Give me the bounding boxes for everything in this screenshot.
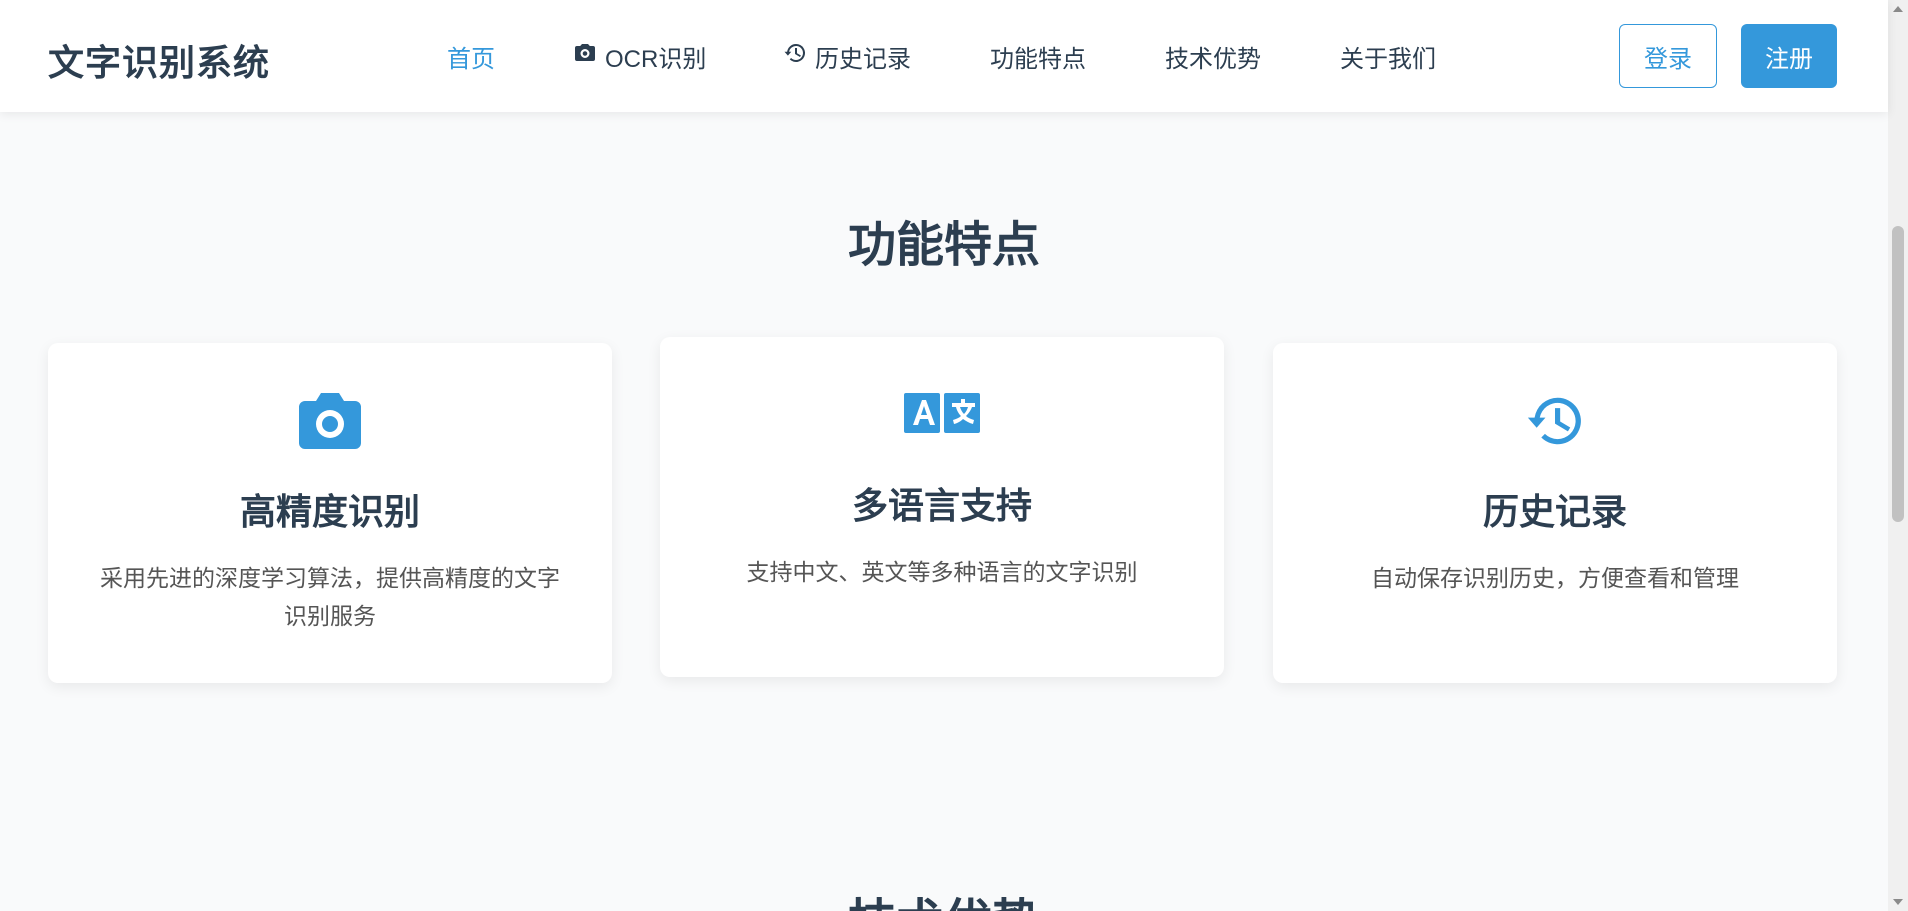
nav-item-label: 关于我们 xyxy=(1340,45,1436,73)
scrollbar-thumb[interactable] xyxy=(1892,226,1904,522)
features-section-title: 功能特点 xyxy=(847,219,1040,272)
card-title: 高精度识别 xyxy=(239,491,420,532)
nav-item-label: 首页 xyxy=(447,45,495,73)
history-icon xyxy=(1524,390,1586,452)
card-description: 支持中文、英文等多种语言的文字识别 xyxy=(746,559,1138,585)
scroll-up-arrow-icon[interactable] xyxy=(1893,6,1903,12)
nav-item-label: OCR识别 xyxy=(605,45,707,73)
feature-card-accuracy: 高精度识别 采用先进的深度学习算法，提供高精度的文字识别服务 xyxy=(48,343,612,683)
tech-section-title: 技术优势 xyxy=(0,882,1888,911)
nav-item-history[interactable]: 历史记录 xyxy=(783,39,911,74)
login-button[interactable]: 登录 xyxy=(1619,24,1717,88)
camera-icon xyxy=(573,41,597,72)
feature-card-history: 历史记录 自动保存识别历史，方便查看和管理 xyxy=(1273,343,1837,683)
card-title: 多语言支持 xyxy=(851,485,1032,526)
nav-item-label: 技术优势 xyxy=(1165,45,1261,73)
page: 文字识别系统 首页 OCR识别 历史记录 功能特点 技术优势 关于我们 登录 注… xyxy=(0,0,1908,911)
history-icon xyxy=(783,41,807,72)
card-description: 自动保存识别历史，方便查看和管理 xyxy=(1371,565,1739,591)
page-scrollbar[interactable] xyxy=(1888,0,1908,911)
nav-item-ocr[interactable]: OCR识别 xyxy=(573,39,706,74)
nav-item-tech[interactable]: 技术优势 xyxy=(1165,39,1261,74)
scroll-down-arrow-icon[interactable] xyxy=(1893,899,1903,905)
register-button[interactable]: 注册 xyxy=(1741,24,1837,88)
camera-icon xyxy=(299,393,361,449)
nav-item-features[interactable]: 功能特点 xyxy=(990,39,1086,74)
card-description: 采用先进的深度学习算法，提供高精度的文字识别服务 xyxy=(100,565,560,629)
brand-logo-text[interactable]: 文字识别系统 xyxy=(48,34,270,86)
language-icon xyxy=(904,393,980,433)
feature-card-language: 多语言支持 支持中文、英文等多种语言的文字识别 xyxy=(660,337,1224,677)
card-title: 历史记录 xyxy=(1482,491,1627,532)
nav-item-about[interactable]: 关于我们 xyxy=(1340,39,1436,74)
nav-item-label: 功能特点 xyxy=(990,45,1086,73)
nav-item-label: 历史记录 xyxy=(815,45,911,73)
nav-item-home[interactable]: 首页 xyxy=(447,39,495,74)
top-navbar: 文字识别系统 首页 OCR识别 历史记录 功能特点 技术优势 关于我们 登录 注… xyxy=(0,0,1888,112)
